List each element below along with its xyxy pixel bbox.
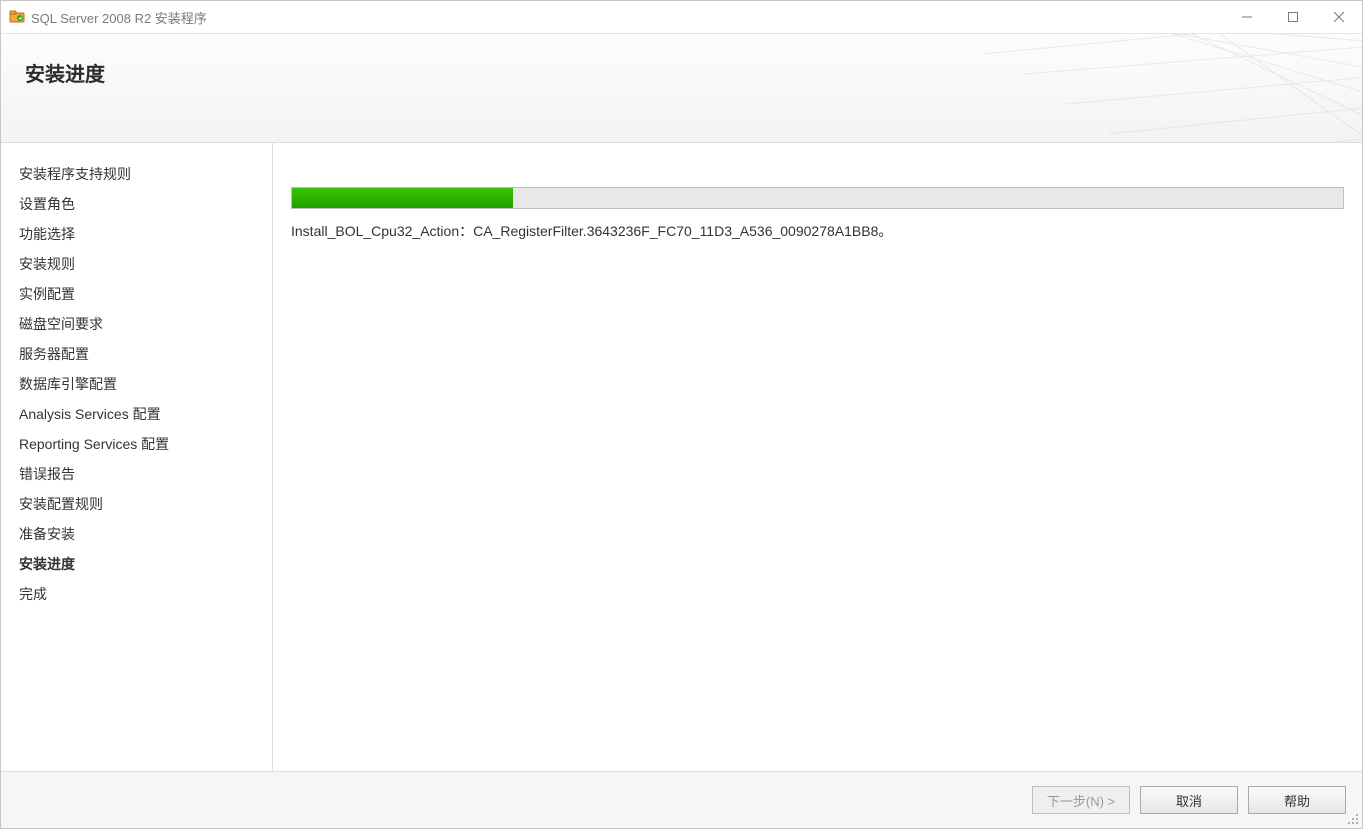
help-button[interactable]: 帮助 [1248, 786, 1346, 814]
sidebar-item-11: 安装配置规则 [1, 489, 272, 519]
sidebar-item-10: 错误报告 [1, 459, 272, 489]
header-band: 安装进度 [1, 34, 1362, 143]
sidebar-item-13: 安装进度 [1, 549, 272, 579]
cancel-button[interactable]: 取消 [1140, 786, 1238, 814]
sidebar-item-8: Analysis Services 配置 [1, 399, 272, 429]
sidebar-item-14: 完成 [1, 579, 272, 609]
sidebar-item-4: 实例配置 [1, 279, 272, 309]
body: 安装程序支持规则设置角色功能选择安装规则实例配置磁盘空间要求服务器配置数据库引擎… [1, 143, 1362, 771]
decorative-mesh [982, 34, 1362, 143]
resize-grip-icon[interactable] [1346, 812, 1360, 826]
close-button[interactable] [1316, 1, 1362, 33]
window-controls [1224, 1, 1362, 33]
sidebar-item-5: 磁盘空间要求 [1, 309, 272, 339]
next-button: 下一步(N) > [1032, 786, 1130, 814]
sidebar-item-0: 安装程序支持规则 [1, 159, 272, 189]
sidebar-item-6: 服务器配置 [1, 339, 272, 369]
progress-status-text: Install_BOL_Cpu32_Action：CA_RegisterFilt… [291, 221, 1344, 241]
page-title: 安装进度 [25, 58, 105, 87]
progress-bar [291, 187, 1344, 209]
progress-fill [292, 188, 513, 208]
sidebar-item-1: 设置角色 [1, 189, 272, 219]
sidebar-item-3: 安装规则 [1, 249, 272, 279]
titlebar: SQL Server 2008 R2 安装程序 [1, 1, 1362, 34]
sidebar-item-9: Reporting Services 配置 [1, 429, 272, 459]
window-title: SQL Server 2008 R2 安装程序 [31, 8, 207, 27]
content-area: Install_BOL_Cpu32_Action：CA_RegisterFilt… [273, 143, 1362, 771]
footer: 下一步(N) > 取消 帮助 [1, 771, 1362, 828]
sidebar-item-2: 功能选择 [1, 219, 272, 249]
minimize-button[interactable] [1224, 1, 1270, 33]
sidebar: 安装程序支持规则设置角色功能选择安装规则实例配置磁盘空间要求服务器配置数据库引擎… [1, 143, 273, 771]
maximize-button[interactable] [1270, 1, 1316, 33]
installer-window: SQL Server 2008 R2 安装程序 [0, 0, 1363, 829]
sidebar-item-12: 准备安装 [1, 519, 272, 549]
app-icon [9, 9, 25, 25]
sidebar-item-7: 数据库引擎配置 [1, 369, 272, 399]
